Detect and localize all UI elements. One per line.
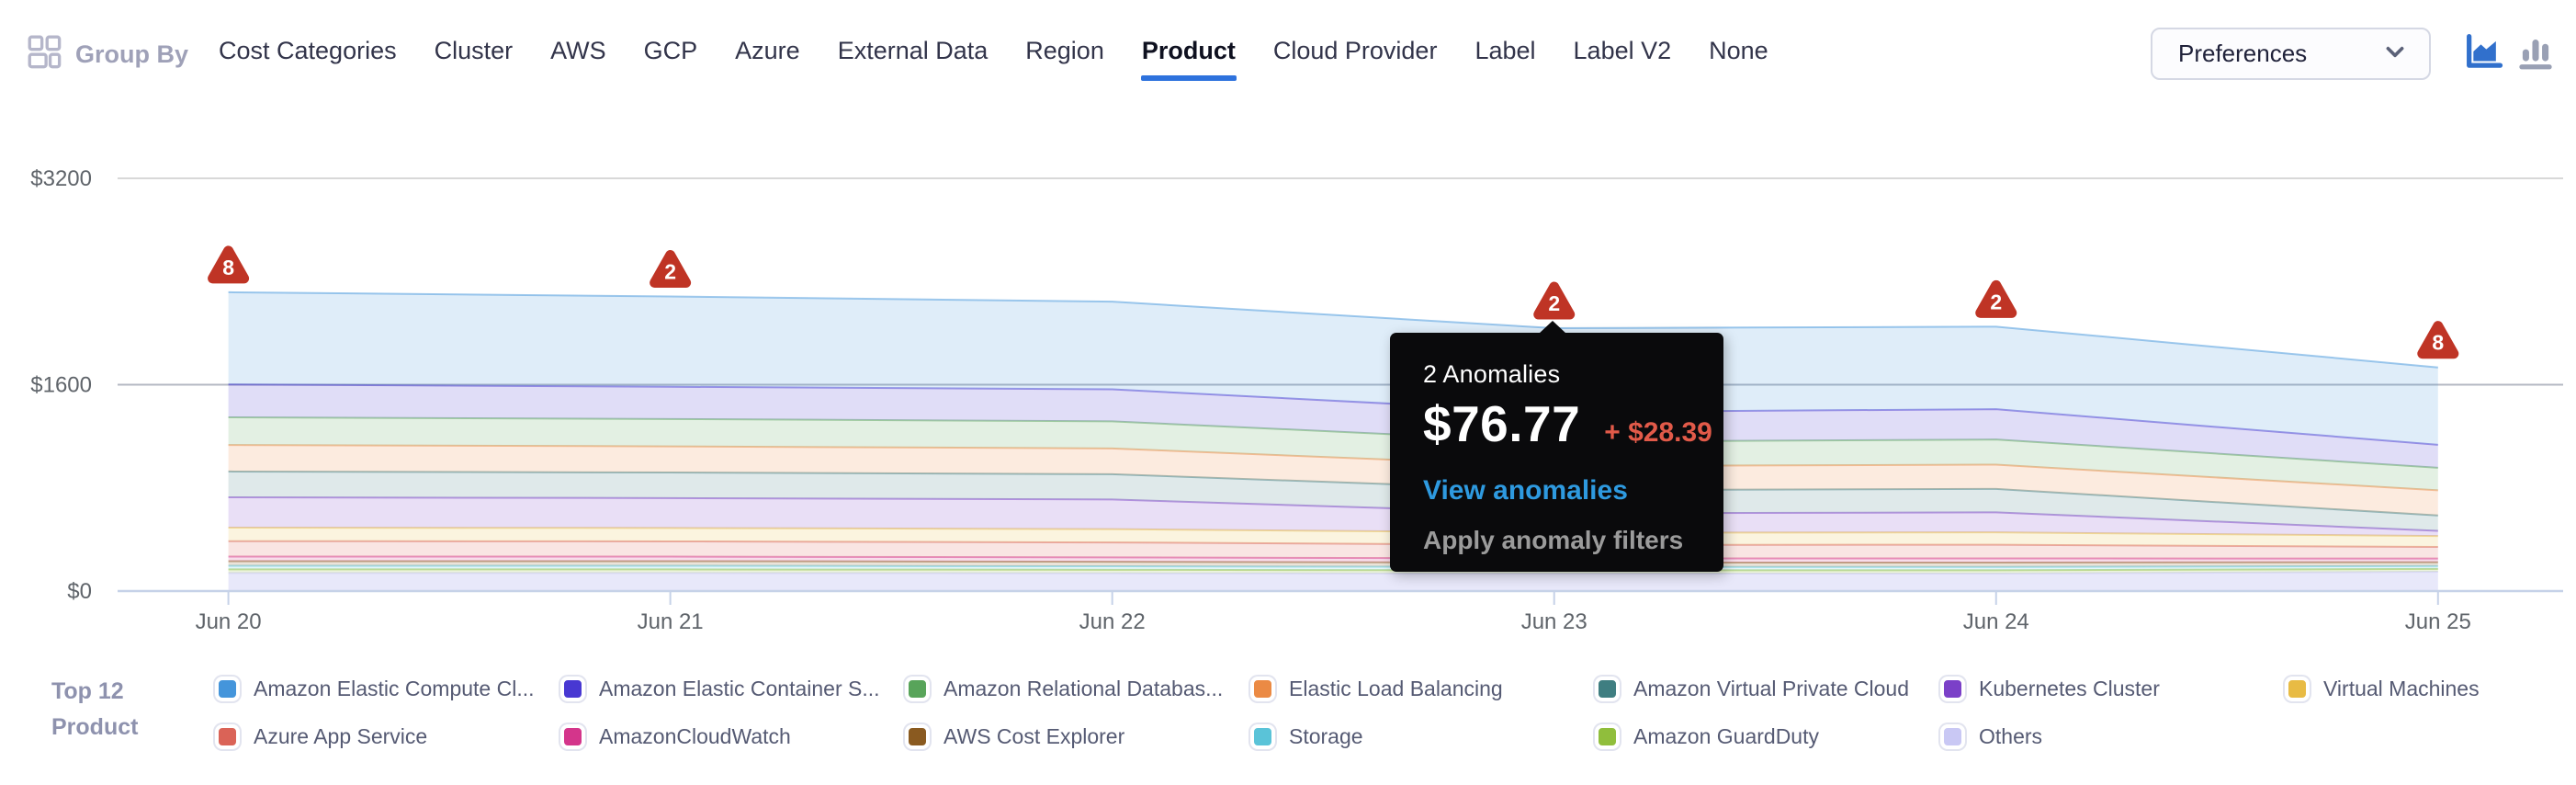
legend-color-chip bbox=[1940, 724, 1965, 749]
legend-color-chip bbox=[1595, 677, 1620, 701]
legend-color-chip bbox=[560, 724, 585, 749]
legend-color-chip bbox=[1940, 677, 1965, 701]
legend-color-chip bbox=[1250, 677, 1275, 701]
legend-title-line1: Top 12 bbox=[51, 674, 138, 710]
tooltip-amount-row: $76.77 + $28.39 bbox=[1423, 394, 1723, 453]
legend-item-label: Amazon Virtual Private Cloud bbox=[1633, 677, 1909, 701]
anomaly-count: 8 bbox=[222, 256, 234, 279]
x-axis-label: Jun 20 bbox=[196, 609, 262, 634]
legend-color-chip bbox=[1595, 724, 1620, 749]
tooltip-anomaly-count: 2 Anomalies bbox=[1423, 360, 1723, 389]
legend-item[interactable]: Azure App Service bbox=[215, 724, 427, 749]
anomaly-count: 2 bbox=[1548, 291, 1560, 315]
stacked-area-chart[interactable]: $0 $1600 $3200 Jun 20 Jun 21 Jun 22 Jun 23 Jun … bbox=[0, 0, 2576, 785]
legend-color-chip bbox=[2285, 677, 2310, 701]
legend-title-line2: Product bbox=[51, 710, 138, 745]
legend-item[interactable]: Amazon Elastic Compute Cl... bbox=[215, 677, 535, 701]
x-axis-label: Jun 22 bbox=[1079, 609, 1146, 634]
anomaly-marker[interactable]: 2 bbox=[655, 256, 686, 284]
legend-item[interactable]: Virtual Machines bbox=[2285, 677, 2480, 701]
legend-color-chip bbox=[905, 724, 930, 749]
legend-color-chip bbox=[560, 677, 585, 701]
legend-item[interactable]: Storage bbox=[1250, 724, 1363, 749]
legend-item-label: AWS Cost Explorer bbox=[943, 724, 1124, 749]
view-anomalies-link[interactable]: View anomalies bbox=[1423, 475, 1723, 506]
legend-color-chip bbox=[215, 724, 240, 749]
tooltip-amount: $76.77 bbox=[1423, 394, 1580, 453]
x-axis-label: Jun 21 bbox=[638, 609, 704, 634]
legend-item-label: Amazon Relational Databas... bbox=[943, 677, 1223, 701]
y-axis-label: $0 bbox=[67, 579, 92, 604]
anomaly-marker[interactable]: 8 bbox=[213, 251, 244, 279]
anomaly-marker[interactable]: 2 bbox=[1981, 285, 2012, 313]
legend-item[interactable]: AWS Cost Explorer bbox=[905, 724, 1124, 749]
legend-item-label: Azure App Service bbox=[254, 724, 427, 749]
anomaly-marker[interactable]: 8 bbox=[2423, 326, 2454, 355]
legend-item-label: Others bbox=[1979, 724, 2042, 749]
y-axis-label: $3200 bbox=[30, 166, 92, 191]
legend-color-chip bbox=[215, 677, 240, 701]
legend-item[interactable]: Amazon Virtual Private Cloud bbox=[1595, 677, 1909, 701]
legend-item-label: AmazonCloudWatch bbox=[599, 724, 791, 749]
legend-item[interactable]: AmazonCloudWatch bbox=[560, 724, 791, 749]
anomaly-marker[interactable]: 2 bbox=[1539, 287, 1570, 315]
legend-item[interactable]: Elastic Load Balancing bbox=[1250, 677, 1503, 701]
anomaly-count: 8 bbox=[2432, 331, 2444, 355]
area-series bbox=[229, 572, 2438, 591]
legend-item-label: Amazon GuardDuty bbox=[1633, 724, 1819, 749]
legend-item-label: Storage bbox=[1289, 724, 1363, 749]
anomaly-count: 2 bbox=[664, 260, 676, 284]
apply-anomaly-filters-link[interactable]: Apply anomaly filters bbox=[1423, 526, 1723, 555]
legend-item[interactable]: Amazon Relational Databas... bbox=[905, 677, 1223, 701]
legend-color-chip bbox=[1250, 724, 1275, 749]
legend-item-label: Elastic Load Balancing bbox=[1289, 677, 1503, 701]
legend-item-label: Virtual Machines bbox=[2323, 677, 2480, 701]
y-axis-label: $1600 bbox=[30, 373, 92, 398]
legend-item-label: Amazon Elastic Compute Cl... bbox=[254, 677, 535, 701]
x-axis-label: Jun 25 bbox=[2405, 609, 2471, 634]
x-axis-label: Jun 24 bbox=[1963, 609, 2029, 634]
tooltip-delta: + $28.39 bbox=[1604, 417, 1712, 449]
anomaly-tooltip: 2 Anomalies $76.77 + $28.39 View anomali… bbox=[1390, 333, 1723, 572]
anomaly-count: 2 bbox=[1990, 290, 2002, 313]
legend-item[interactable]: Amazon Elastic Container S... bbox=[560, 677, 880, 701]
legend-item[interactable]: Kubernetes Cluster bbox=[1940, 677, 2160, 701]
legend-item[interactable]: Others bbox=[1940, 724, 2042, 749]
cost-dashboard: Group By Cost CategoriesClusterAWSGCPAzu… bbox=[0, 0, 2576, 785]
legend-item-label: Kubernetes Cluster bbox=[1979, 677, 2160, 701]
x-axis-label: Jun 23 bbox=[1521, 609, 1587, 634]
legend-title: Top 12 Product bbox=[51, 674, 138, 745]
legend-color-chip bbox=[905, 677, 930, 701]
legend-item-label: Amazon Elastic Container S... bbox=[599, 677, 880, 701]
legend-item[interactable]: Amazon GuardDuty bbox=[1595, 724, 1819, 749]
